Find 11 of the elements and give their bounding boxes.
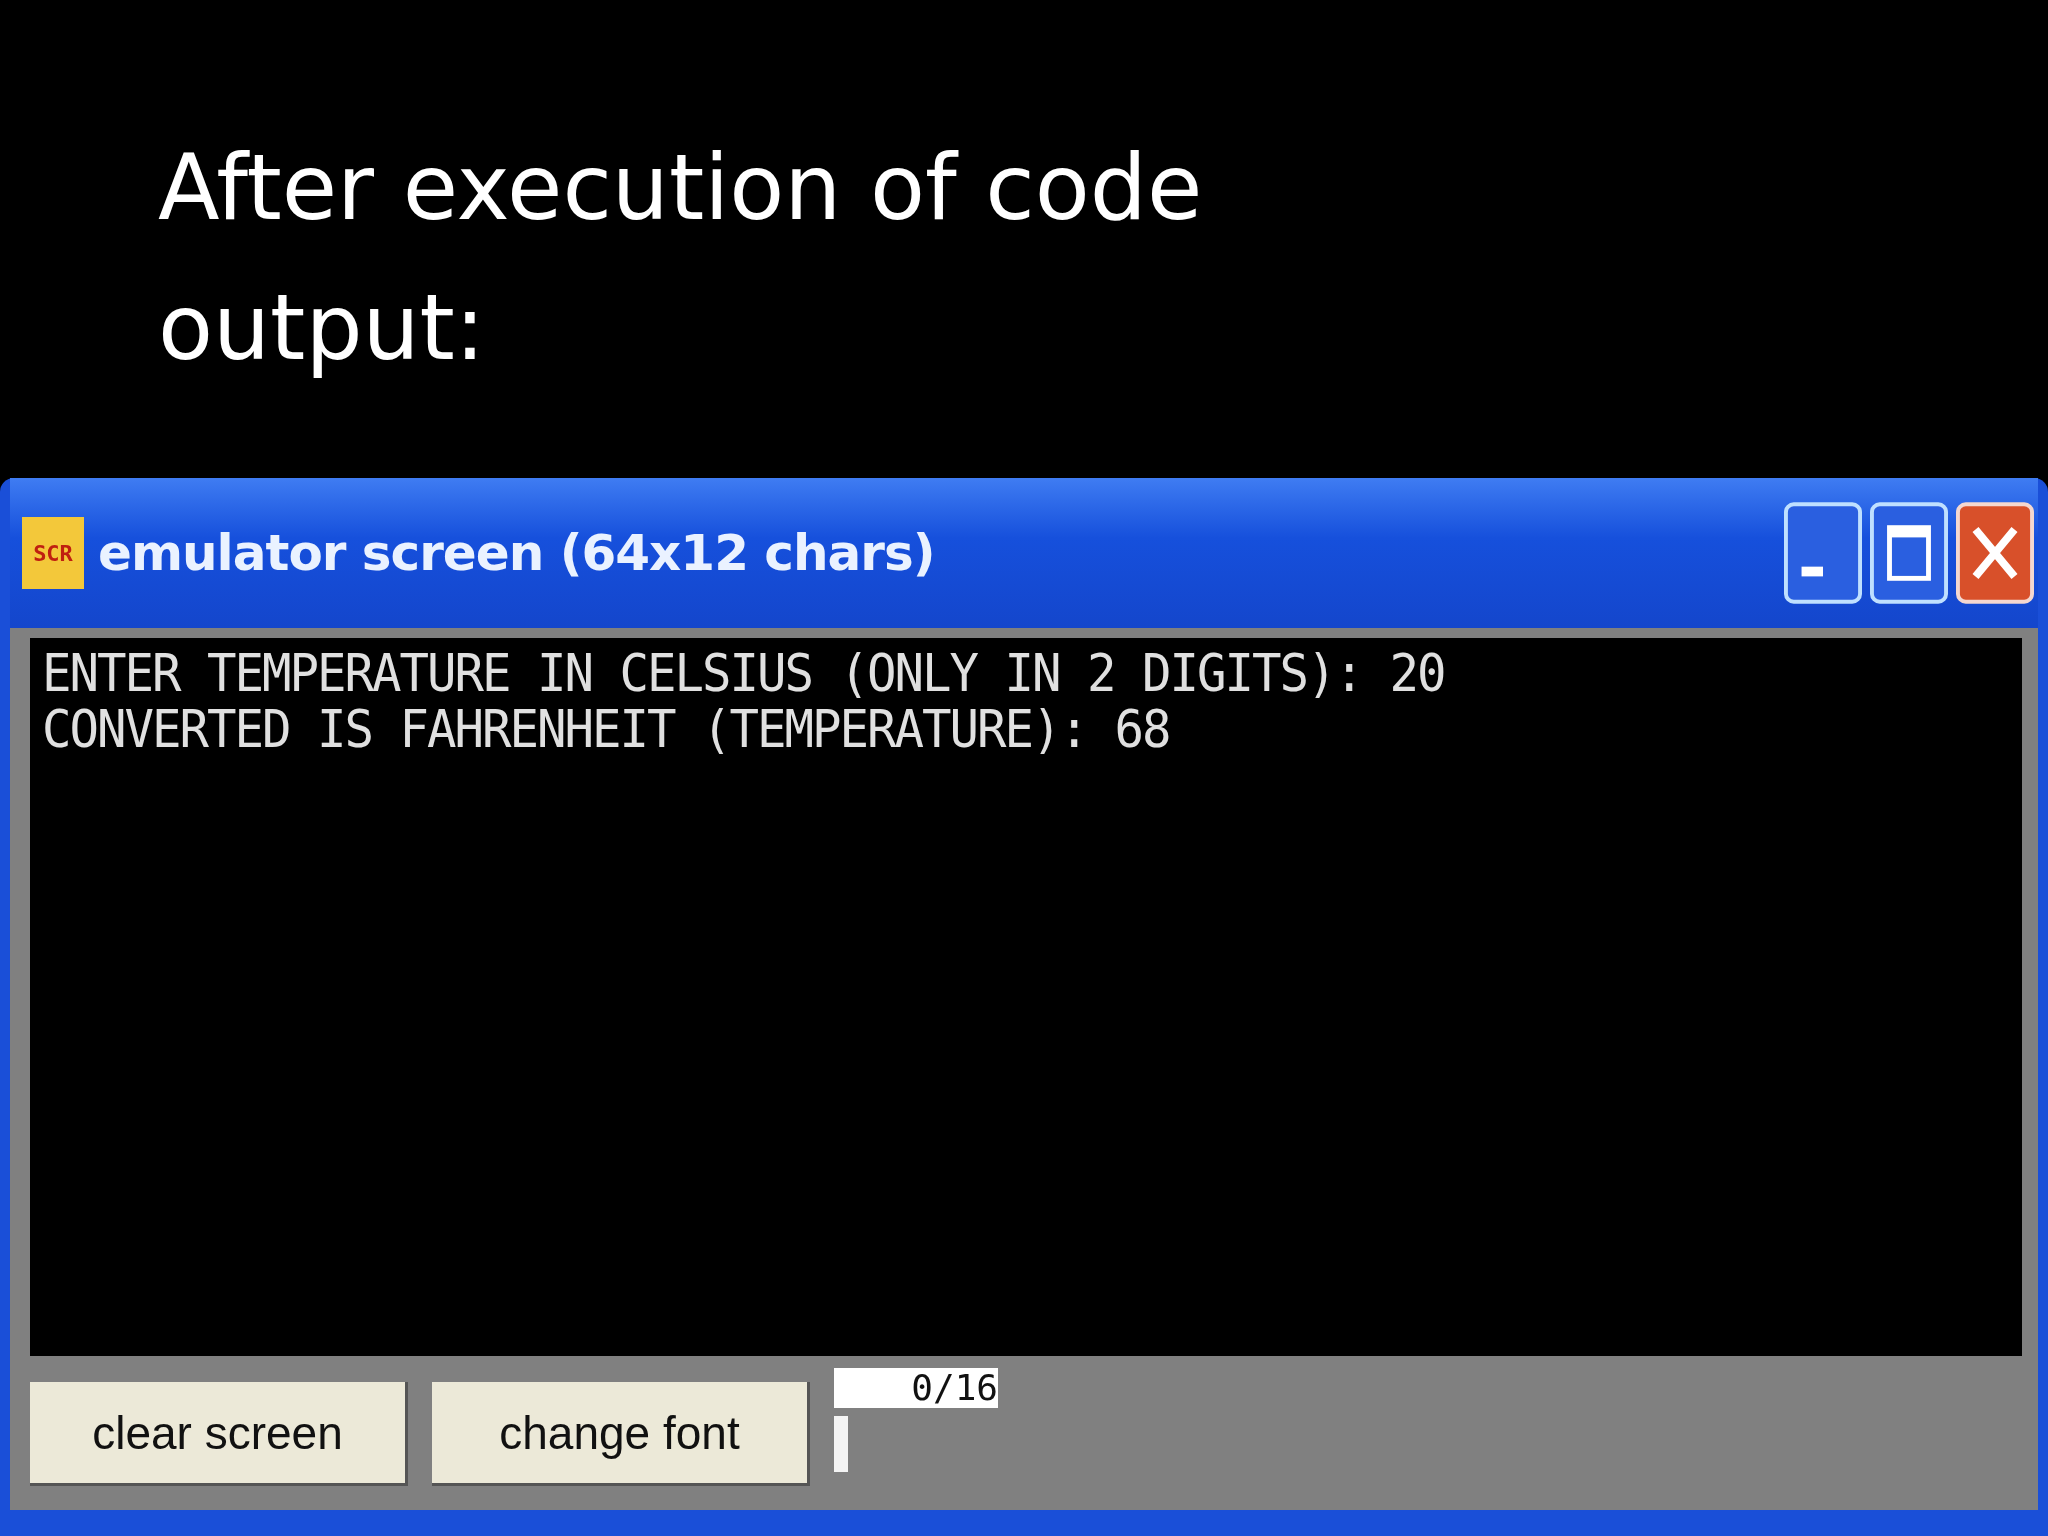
action-button[interactable]: clear screen xyxy=(30,1382,408,1486)
app-icon: SCR xyxy=(22,517,84,589)
action-button[interactable]: change font xyxy=(432,1382,810,1486)
input-field[interactable] xyxy=(834,1416,848,1472)
window-title: emulator screen (64x12 chars) xyxy=(98,524,935,582)
close-icon[interactable] xyxy=(1956,502,2034,604)
minimize-icon[interactable] xyxy=(1784,502,1862,604)
char-counter: 0/16 xyxy=(834,1368,998,1408)
maximize-icon[interactable] xyxy=(1870,502,1948,604)
slide-title: After execution of code xyxy=(158,134,1204,242)
slide-title: output: xyxy=(158,274,487,382)
